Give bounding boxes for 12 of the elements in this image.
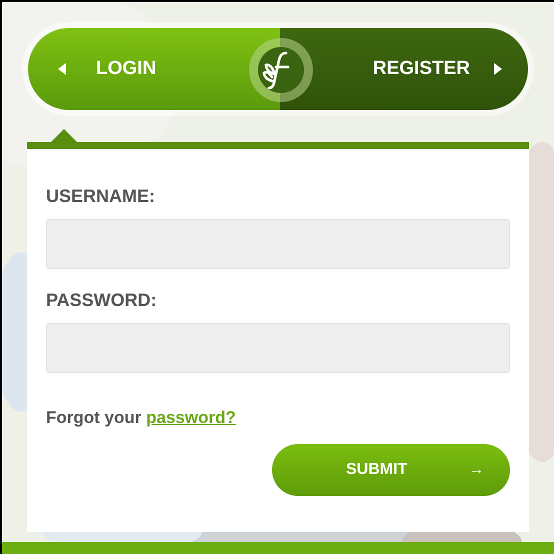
field-label: USERNAME: xyxy=(46,185,156,207)
logo-icon xyxy=(248,37,314,103)
tab[interactable]: LOGIN xyxy=(28,28,280,110)
field-label: PASSWORD: xyxy=(46,289,158,311)
submit-button[interactable]: SUBMIT → xyxy=(272,444,510,496)
tab[interactable]: REGISTER xyxy=(280,28,528,110)
input-field[interactable] xyxy=(46,323,510,373)
forgot-password-text: Forgot your password? xyxy=(46,407,237,429)
left-triangle-icon xyxy=(58,63,66,75)
input-field[interactable] xyxy=(46,219,510,269)
right-triangle-icon xyxy=(494,63,502,75)
password-link[interactable]: password? xyxy=(146,408,236,427)
